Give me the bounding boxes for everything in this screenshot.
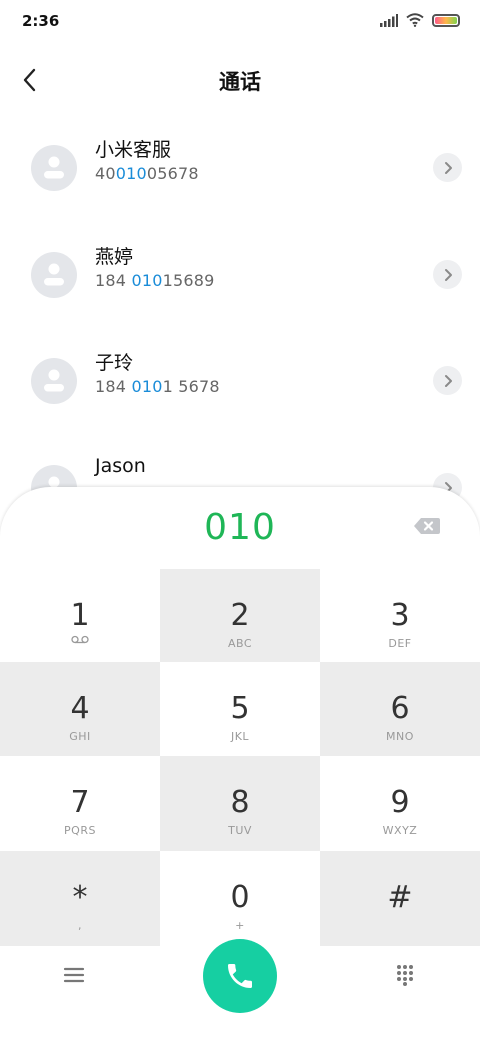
contact-number: 184 0101 5678 [95, 377, 220, 396]
bottom-action-bar [0, 939, 480, 1040]
person-icon [44, 156, 64, 179]
contact-row[interactable]: 子玲 184 0101 5678 [0, 352, 480, 464]
battery-icon [432, 13, 460, 27]
chevron-right-icon [444, 374, 452, 387]
dialer-screen: 2:36 通话 小米客服 4001005678 燕婷 184 01015689 … [0, 0, 480, 1040]
key-0[interactable]: 0 + [160, 851, 320, 946]
key-digit: 8 [230, 785, 250, 820]
key-digit: 5 [230, 691, 250, 726]
key-letters: PQRS [64, 824, 96, 837]
avatar [31, 252, 77, 298]
contact-name: 小米客服 [95, 139, 172, 161]
contact-name: 燕婷 [95, 246, 134, 268]
key-letters: , [78, 919, 82, 932]
voicemail-icon [71, 635, 89, 644]
key-letters: TUV [228, 824, 252, 837]
menu-icon [63, 967, 85, 983]
status-time: 2:36 [22, 12, 60, 30]
contact-name: 子玲 [95, 352, 134, 374]
dialpad-icon [397, 965, 413, 986]
chevron-right-icon [444, 161, 452, 174]
backspace-icon [414, 518, 440, 534]
key-digit: 3 [390, 598, 410, 633]
key-digit: 9 [390, 785, 410, 820]
key-letters: JKL [230, 730, 250, 743]
signal-icon [380, 13, 398, 27]
key-7[interactable]: 7 PQRS [0, 756, 160, 851]
key-4[interactable]: 4 GHI [0, 662, 160, 756]
person-icon [44, 263, 64, 286]
key-9[interactable]: 9 WXYZ [320, 756, 480, 851]
status-icons [380, 13, 460, 27]
phone-icon [228, 964, 252, 988]
key-3[interactable]: 3 DEF [320, 569, 480, 662]
contact-details-button[interactable] [433, 153, 462, 182]
key-digit: * [72, 880, 88, 915]
key-digit: 1 [70, 598, 90, 633]
key-5[interactable]: 5 JKL [160, 662, 320, 756]
contact-row[interactable]: 燕婷 184 01015689 [0, 246, 480, 358]
key-hash[interactable]: # [320, 851, 480, 946]
page-title: 通话 [219, 70, 261, 94]
dialed-number: 010 [204, 507, 276, 548]
key-digit: 4 [70, 691, 90, 726]
person-icon [44, 369, 64, 392]
key-digit: 0 [230, 880, 250, 915]
chevron-right-icon [444, 268, 452, 281]
key-letters: DEF [388, 637, 412, 650]
status-bar: 2:36 [0, 0, 480, 44]
avatar [31, 145, 77, 191]
key-digit: 2 [230, 598, 250, 633]
contact-row[interactable]: 小米客服 4001005678 [0, 139, 480, 251]
key-letters: + [235, 919, 245, 932]
delete-button[interactable] [412, 515, 442, 537]
avatar [31, 358, 77, 404]
wifi-icon [406, 13, 424, 27]
contact-details-button[interactable] [433, 260, 462, 289]
key-digit: 7 [70, 785, 90, 820]
key-letters: WXYZ [382, 824, 418, 837]
contact-number: 184 01015689 [95, 271, 215, 290]
key-letters: MNO [386, 730, 414, 743]
key-1[interactable]: 1 [0, 569, 160, 662]
header: 通话 [0, 52, 480, 108]
contact-number: 4001005678 [95, 164, 199, 183]
key-digit: 6 [390, 691, 410, 726]
contact-details-button[interactable] [433, 366, 462, 395]
call-button[interactable] [203, 939, 277, 1013]
key-8[interactable]: 8 TUV [160, 756, 320, 851]
key-digit: # [387, 880, 413, 915]
key-letters: ABC [227, 637, 253, 650]
contact-name: Jason [95, 455, 146, 477]
key-2[interactable]: 2 ABC [160, 569, 320, 662]
key-6[interactable]: 6 MNO [320, 662, 480, 756]
menu-button[interactable] [62, 963, 86, 987]
key-letters: GHI [69, 730, 91, 743]
dialpad-toggle-button[interactable] [396, 964, 418, 986]
key-star[interactable]: * , [0, 851, 160, 946]
